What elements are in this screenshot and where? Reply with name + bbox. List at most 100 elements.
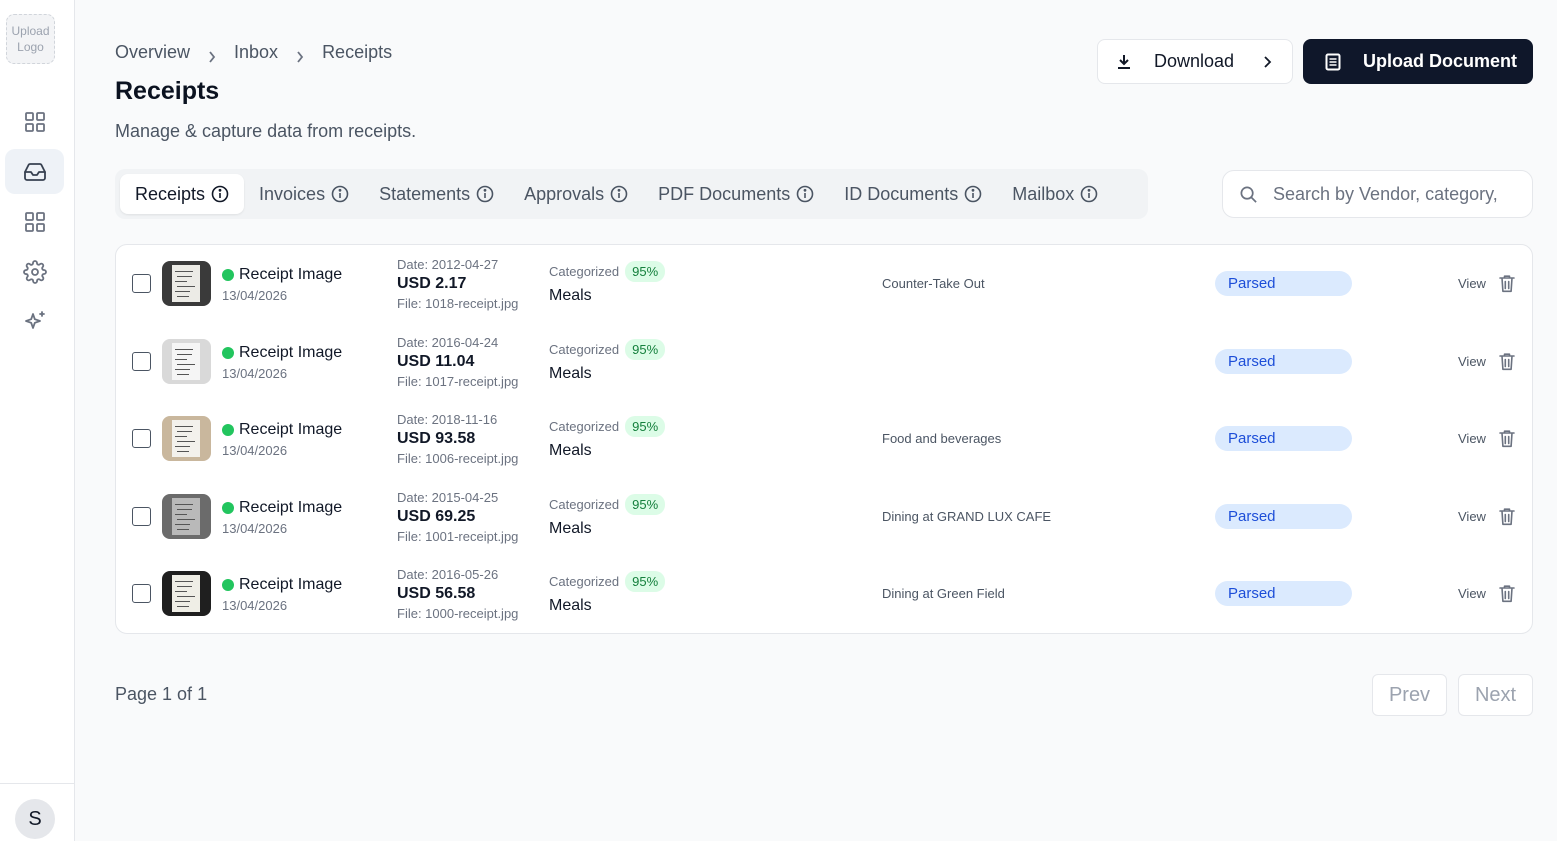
category-cell: Categorized 95% Meals [549,339,666,383]
trash-icon[interactable] [1498,429,1516,448]
trash-icon[interactable] [1498,352,1516,371]
view-link[interactable]: View [1458,354,1486,369]
receipt-thumbnail[interactable] [162,261,211,306]
tab-invoices[interactable]: Invoices [244,174,364,214]
trash-icon[interactable] [1498,507,1516,526]
nav-settings[interactable] [5,249,64,294]
receipt-meta-cell: Date: 2012-04-27 USD 2.17 File: 1018-recei… [397,257,518,311]
category-name: Meals [549,520,592,537]
breadcrumb-receipts: Receipts [322,42,393,62]
download-button[interactable]: Download [1097,39,1293,84]
sidebar: Upload Logo S [0,0,75,841]
info-icon[interactable] [610,185,628,203]
nav-ai[interactable] [5,299,64,344]
tab-approvals[interactable]: Approvals [509,174,643,214]
view-link[interactable]: View [1458,431,1486,446]
chevron-right-icon [208,47,216,63]
receipt-thumbnail[interactable] [162,416,211,461]
receipt-name: Receipt Image [239,499,343,516]
trash-icon[interactable] [1498,274,1516,293]
tab-label: PDF Documents [658,183,791,204]
receipt-description: Dining at GRAND LUX CAFE [882,509,1052,524]
sidebar-divider [0,783,75,784]
status-dot [222,502,234,514]
search-box [1222,170,1533,218]
gear-icon [22,259,47,284]
status-badge: Parsed [1215,426,1352,451]
view-link[interactable]: View [1458,509,1486,524]
receipt-name-cell: Receipt Image 13/04/2026 [222,576,342,613]
nav-apps[interactable] [5,199,64,244]
view-link[interactable]: View [1458,586,1486,601]
info-icon[interactable] [964,185,982,203]
receipt-thumbnail[interactable] [162,339,211,384]
apps-icon [24,211,45,232]
tab-label: Mailbox [1012,183,1075,204]
breadcrumb-overview[interactable]: Overview [115,42,190,63]
prev-page-button[interactable]: Prev [1372,674,1447,716]
upload-document-button[interactable]: Upload Document [1303,39,1533,84]
user-avatar[interactable]: S [15,799,55,839]
dashboard-icon [24,111,45,132]
sparkles-icon [24,310,45,329]
row-checkbox[interactable] [132,352,151,371]
receipt-date: Date: 2016-04-24 [397,335,499,350]
confidence-badge: 95% [625,571,666,592]
info-icon[interactable] [476,185,494,203]
app-root: Upload Logo S Overview Inbox Receipts Re… [0,0,1557,841]
row-checkbox[interactable] [132,584,151,603]
breadcrumb-inbox[interactable]: Inbox [234,42,278,63]
info-icon[interactable] [796,185,814,203]
receipt-amount: USD 69.25 [397,508,476,525]
search-icon [1240,186,1257,203]
status-dot [222,269,234,281]
upload-logo-button[interactable]: Upload Logo [6,14,55,64]
confidence-badge: 95% [625,494,666,515]
status-badge: Parsed [1215,581,1352,606]
download-label: Download [1154,51,1235,71]
table-row[interactable]: Receipt Image 13/04/2026 Date: 2018-11-16 U… [116,400,1534,477]
table-row[interactable]: Receipt Image 13/04/2026 Date: 2016-04-24 U… [116,323,1534,400]
tab-statements[interactable]: Statements [364,174,509,214]
next-page-button[interactable]: Next [1458,674,1533,716]
category-name: Meals [549,597,592,614]
receipt-description: Dining at Green Field [882,586,1005,601]
info-icon[interactable] [1080,185,1098,203]
tab-label: Approvals [524,183,605,204]
receipt-thumbnail[interactable] [162,571,211,616]
receipt-meta-cell: Date: 2016-05-26 USD 56.58 File: 1000-rece… [397,567,518,621]
row-checkbox[interactable] [132,429,151,448]
tab-receipts[interactable]: Receipts [120,174,245,214]
receipts-table: Receipt Image 13/04/2026 Date: 2012-04-27 U… [115,244,1533,634]
confidence-badge: 95% [625,416,666,437]
tab-id-documents[interactable]: ID Documents [829,174,997,214]
nav-inbox[interactable] [5,149,64,194]
table-row[interactable]: Receipt Image 13/04/2026 Date: 2016-05-26 U… [116,555,1534,632]
tab-pdf-documents[interactable]: PDF Documents [643,174,829,214]
tab-label: ID Documents [844,183,959,204]
categorized-label: Categorized [549,419,620,434]
tab-label: Statements [379,183,471,204]
trash-icon[interactable] [1498,584,1516,603]
tab-mailbox[interactable]: Mailbox [997,174,1113,214]
chevron-right-icon [296,47,304,63]
receipt-file: File: 1017-receipt.jpg [397,374,519,389]
receipt-file: File: 1000-receipt.jpg [397,606,519,621]
view-link[interactable]: View [1458,276,1486,291]
table-row[interactable]: Receipt Image 13/04/2026 Date: 2015-04-25 U… [116,478,1534,555]
row-checkbox[interactable] [132,507,151,526]
table-row[interactable]: Receipt Image 13/04/2026 Date: 2012-04-27 U… [116,245,1534,322]
category-cell: Categorized 95% Meals [549,416,666,460]
confidence-badge: 95% [625,261,666,282]
status-dot [222,347,234,359]
receipt-name: Receipt Image [239,344,343,361]
status-dot [222,424,234,436]
search-input[interactable] [1273,183,1523,205]
info-icon[interactable] [331,185,349,203]
info-icon[interactable] [211,185,229,203]
categorized-label: Categorized [549,574,620,589]
category-name: Meals [549,442,592,459]
nav-dashboard[interactable] [5,99,64,144]
receipt-thumbnail[interactable] [162,494,211,539]
row-checkbox[interactable] [132,274,151,293]
